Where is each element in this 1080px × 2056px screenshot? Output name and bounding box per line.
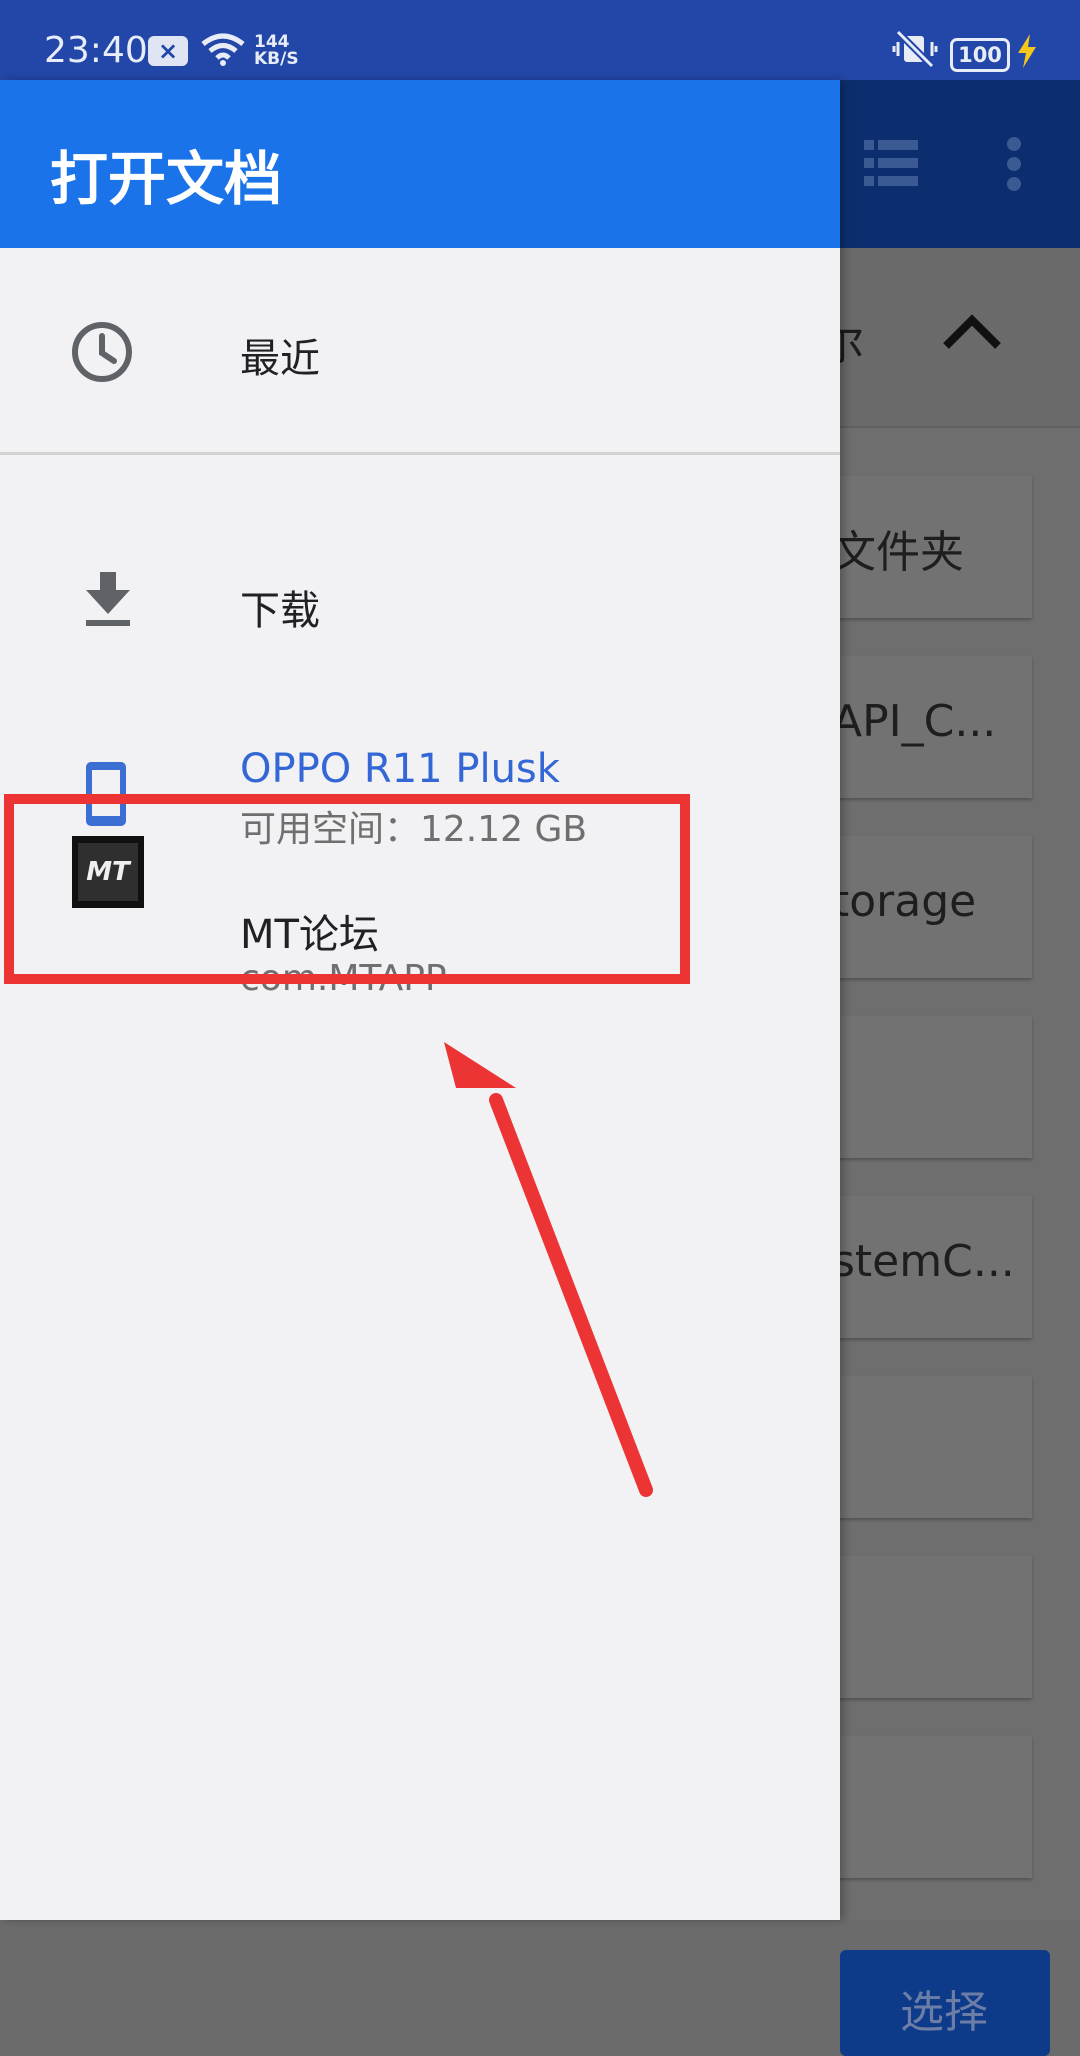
status-bar: 23:40 × 144 KB/S 100 bbox=[0, 0, 1080, 80]
network-speed-unit: KB/S bbox=[254, 49, 299, 69]
status-time: 23:40 bbox=[44, 30, 148, 71]
drawer-header: 打开文档 bbox=[0, 80, 840, 248]
card-label: 文件夹 bbox=[832, 527, 964, 578]
navigation-drawer: 打开文档 最近 下载 OPPO R11 Plusk 可用空间：12.12 GB … bbox=[0, 80, 840, 1920]
chevron-up-icon[interactable] bbox=[942, 312, 1002, 354]
charging-icon bbox=[1016, 34, 1038, 72]
drawer-item-label: 最近 bbox=[240, 336, 320, 382]
card-label: torage bbox=[832, 876, 977, 927]
drawer-item-device-storage[interactable]: OPPO R11 Plusk 可用空间：12.12 GB bbox=[0, 660, 840, 850]
card-label: API_C... bbox=[832, 696, 997, 747]
highlight-box bbox=[4, 794, 690, 984]
network-speed: 144 KB/S bbox=[254, 34, 299, 68]
mute-vibrate-icon bbox=[892, 29, 938, 72]
wifi-icon bbox=[200, 32, 246, 70]
clock-icon bbox=[70, 320, 134, 388]
list-view-icon[interactable] bbox=[864, 140, 918, 190]
drawer-item-label: 下载 bbox=[240, 588, 320, 634]
card-label: stemC... bbox=[832, 1236, 1015, 1287]
more-vert-icon[interactable] bbox=[1006, 136, 1022, 196]
red-arrow-annotation bbox=[430, 1040, 670, 1514]
notification-icon: × bbox=[148, 36, 188, 66]
battery-icon: 100 bbox=[950, 38, 1010, 72]
drawer-item-recent[interactable]: 最近 bbox=[0, 248, 840, 452]
download-icon bbox=[84, 572, 132, 632]
select-button-label: 选择 bbox=[900, 1987, 988, 2038]
select-button[interactable]: 选择 bbox=[840, 1950, 1050, 2056]
divider bbox=[0, 452, 840, 455]
drawer-item-label: OPPO R11 Plusk bbox=[240, 746, 560, 792]
drawer-title: 打开文档 bbox=[50, 145, 283, 213]
